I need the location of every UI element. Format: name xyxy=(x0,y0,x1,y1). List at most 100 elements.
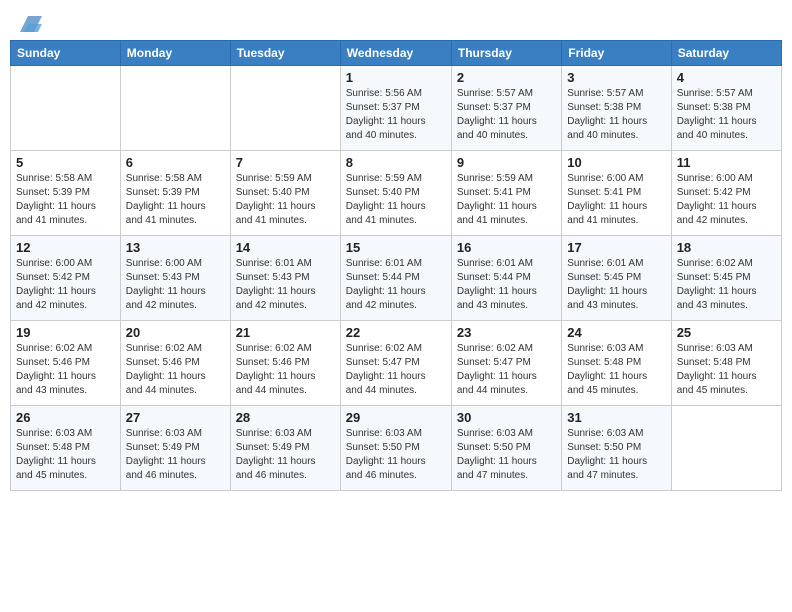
day-detail: Sunrise: 6:03 AM Sunset: 5:49 PM Dayligh… xyxy=(236,427,335,483)
day-number: 31 xyxy=(567,410,665,425)
header-day-friday: Friday xyxy=(562,41,671,66)
day-number: 10 xyxy=(567,155,665,170)
day-detail: Sunrise: 6:00 AM Sunset: 5:42 PM Dayligh… xyxy=(16,257,115,313)
day-number: 15 xyxy=(346,240,446,255)
day-cell: 24 Sunrise: 6:03 AM Sunset: 5:48 PM Dayli… xyxy=(562,321,671,406)
day-detail: Sunrise: 6:03 AM Sunset: 5:49 PM Dayligh… xyxy=(126,427,225,483)
day-number: 30 xyxy=(457,410,556,425)
day-number: 21 xyxy=(236,325,335,340)
header-day-tuesday: Tuesday xyxy=(230,41,340,66)
day-number: 11 xyxy=(677,155,776,170)
day-number: 22 xyxy=(346,325,446,340)
day-number: 7 xyxy=(236,155,335,170)
day-cell: 25 Sunrise: 6:03 AM Sunset: 5:48 PM Dayli… xyxy=(671,321,781,406)
day-number: 25 xyxy=(677,325,776,340)
day-cell: 14Sunrise: 6:01 AM Sunset: 5:43 PM Dayli… xyxy=(230,236,340,321)
day-number: 5 xyxy=(16,155,115,170)
week-row-4: 19 Sunrise: 6:02 AM Sunset: 5:46 PM Dayli… xyxy=(11,321,782,406)
day-number: 26 xyxy=(16,410,115,425)
day-cell: 10 Sunrise: 6:00 AM Sunset: 5:41 PM Dayli… xyxy=(562,151,671,236)
header xyxy=(10,10,782,36)
day-cell: 17 Sunrise: 6:01 AM Sunset: 5:45 PM Dayli… xyxy=(562,236,671,321)
day-detail: Sunrise: 6:02 AM Sunset: 5:46 PM Dayligh… xyxy=(236,342,335,398)
day-cell xyxy=(671,406,781,491)
week-row-2: 5 Sunrise: 5:58 AM Sunset: 5:39 PM Daylig… xyxy=(11,151,782,236)
day-detail: Sunrise: 6:00 AM Sunset: 5:41 PM Dayligh… xyxy=(567,172,665,228)
day-number: 19 xyxy=(16,325,115,340)
day-cell: 3Sunrise: 5:57 AM Sunset: 5:38 PM Daylig… xyxy=(562,66,671,151)
day-detail: Sunrise: 6:03 AM Sunset: 5:48 PM Dayligh… xyxy=(16,427,115,483)
day-cell xyxy=(230,66,340,151)
day-detail: Sunrise: 6:03 AM Sunset: 5:48 PM Dayligh… xyxy=(567,342,665,398)
day-cell: 26 Sunrise: 6:03 AM Sunset: 5:48 PM Dayli… xyxy=(11,406,121,491)
day-cell: 11 Sunrise: 6:00 AM Sunset: 5:42 PM Dayli… xyxy=(671,151,781,236)
day-detail: Sunrise: 6:00 AM Sunset: 5:42 PM Dayligh… xyxy=(677,172,776,228)
day-number: 2 xyxy=(457,70,556,85)
day-number: 8 xyxy=(346,155,446,170)
day-detail: Sunrise: 5:59 AM Sunset: 5:40 PM Dayligh… xyxy=(236,172,335,228)
header-day-wednesday: Wednesday xyxy=(340,41,451,66)
day-cell: 12 Sunrise: 6:00 AM Sunset: 5:42 PM Dayli… xyxy=(11,236,121,321)
day-detail: Sunrise: 5:57 AM Sunset: 5:37 PM Dayligh… xyxy=(457,87,556,143)
day-detail: Sunrise: 5:59 AM Sunset: 5:41 PM Dayligh… xyxy=(457,172,556,228)
logo xyxy=(18,14,42,32)
day-number: 23 xyxy=(457,325,556,340)
day-detail: Sunrise: 6:01 AM Sunset: 5:45 PM Dayligh… xyxy=(567,257,665,313)
day-cell: 13 Sunrise: 6:00 AM Sunset: 5:43 PM Dayli… xyxy=(120,236,230,321)
day-cell: 6Sunrise: 5:58 AM Sunset: 5:39 PM Daylig… xyxy=(120,151,230,236)
day-number: 17 xyxy=(567,240,665,255)
day-number: 1 xyxy=(346,70,446,85)
day-detail: Sunrise: 6:02 AM Sunset: 5:46 PM Dayligh… xyxy=(16,342,115,398)
header-day-thursday: Thursday xyxy=(451,41,561,66)
day-cell: 21 Sunrise: 6:02 AM Sunset: 5:46 PM Dayli… xyxy=(230,321,340,406)
day-detail: Sunrise: 6:02 AM Sunset: 5:47 PM Dayligh… xyxy=(346,342,446,398)
day-cell: 15 Sunrise: 6:01 AM Sunset: 5:44 PM Dayli… xyxy=(340,236,451,321)
day-detail: Sunrise: 6:01 AM Sunset: 5:44 PM Dayligh… xyxy=(346,257,446,313)
header-row: SundayMondayTuesdayWednesdayThursdayFrid… xyxy=(11,41,782,66)
day-cell: 28 Sunrise: 6:03 AM Sunset: 5:49 PM Dayli… xyxy=(230,406,340,491)
day-number: 29 xyxy=(346,410,446,425)
day-cell: 9 Sunrise: 5:59 AM Sunset: 5:41 PM Daylig… xyxy=(451,151,561,236)
day-detail: Sunrise: 5:57 AM Sunset: 5:38 PM Dayligh… xyxy=(677,87,776,143)
day-detail: Sunrise: 5:58 AM Sunset: 5:39 PM Dayligh… xyxy=(16,172,115,228)
day-cell: 18 Sunrise: 6:02 AM Sunset: 5:45 PM Dayli… xyxy=(671,236,781,321)
day-detail: Sunrise: 6:03 AM Sunset: 5:50 PM Dayligh… xyxy=(567,427,665,483)
day-cell: 2 Sunrise: 5:57 AM Sunset: 5:37 PM Daylig… xyxy=(451,66,561,151)
day-detail: Sunrise: 5:58 AM Sunset: 5:39 PM Dayligh… xyxy=(126,172,225,228)
day-number: 14 xyxy=(236,240,335,255)
day-cell xyxy=(120,66,230,151)
day-number: 24 xyxy=(567,325,665,340)
day-detail: Sunrise: 5:59 AM Sunset: 5:40 PM Dayligh… xyxy=(346,172,446,228)
week-row-1: 1 Sunrise: 5:56 AM Sunset: 5:37 PM Daylig… xyxy=(11,66,782,151)
day-detail: Sunrise: 5:56 AM Sunset: 5:37 PM Dayligh… xyxy=(346,87,446,143)
week-row-5: 26 Sunrise: 6:03 AM Sunset: 5:48 PM Dayli… xyxy=(11,406,782,491)
day-number: 28 xyxy=(236,410,335,425)
day-detail: Sunrise: 6:03 AM Sunset: 5:48 PM Dayligh… xyxy=(677,342,776,398)
day-number: 12 xyxy=(16,240,115,255)
day-cell: 4 Sunrise: 5:57 AM Sunset: 5:38 PM Daylig… xyxy=(671,66,781,151)
day-number: 18 xyxy=(677,240,776,255)
day-cell: 7 Sunrise: 5:59 AM Sunset: 5:40 PM Daylig… xyxy=(230,151,340,236)
day-cell: 29Sunrise: 6:03 AM Sunset: 5:50 PM Dayli… xyxy=(340,406,451,491)
day-detail: Sunrise: 6:01 AM Sunset: 5:44 PM Dayligh… xyxy=(457,257,556,313)
day-number: 9 xyxy=(457,155,556,170)
day-detail: Sunrise: 6:03 AM Sunset: 5:50 PM Dayligh… xyxy=(457,427,556,483)
calendar-table: SundayMondayTuesdayWednesdayThursdayFrid… xyxy=(10,40,782,491)
day-number: 13 xyxy=(126,240,225,255)
day-number: 20 xyxy=(126,325,225,340)
day-number: 16 xyxy=(457,240,556,255)
header-day-monday: Monday xyxy=(120,41,230,66)
day-cell: 30 Sunrise: 6:03 AM Sunset: 5:50 PM Dayli… xyxy=(451,406,561,491)
logo-icon xyxy=(20,16,42,32)
day-number: 3 xyxy=(567,70,665,85)
day-detail: Sunrise: 6:02 AM Sunset: 5:45 PM Dayligh… xyxy=(677,257,776,313)
day-cell: 22 Sunrise: 6:02 AM Sunset: 5:47 PM Dayli… xyxy=(340,321,451,406)
day-detail: Sunrise: 6:00 AM Sunset: 5:43 PM Dayligh… xyxy=(126,257,225,313)
day-number: 4 xyxy=(677,70,776,85)
day-number: 27 xyxy=(126,410,225,425)
header-day-sunday: Sunday xyxy=(11,41,121,66)
day-cell: 23 Sunrise: 6:02 AM Sunset: 5:47 PM Dayli… xyxy=(451,321,561,406)
day-cell: 27 Sunrise: 6:03 AM Sunset: 5:49 PM Dayli… xyxy=(120,406,230,491)
day-detail: Sunrise: 6:02 AM Sunset: 5:47 PM Dayligh… xyxy=(457,342,556,398)
day-cell: 8 Sunrise: 5:59 AM Sunset: 5:40 PM Daylig… xyxy=(340,151,451,236)
